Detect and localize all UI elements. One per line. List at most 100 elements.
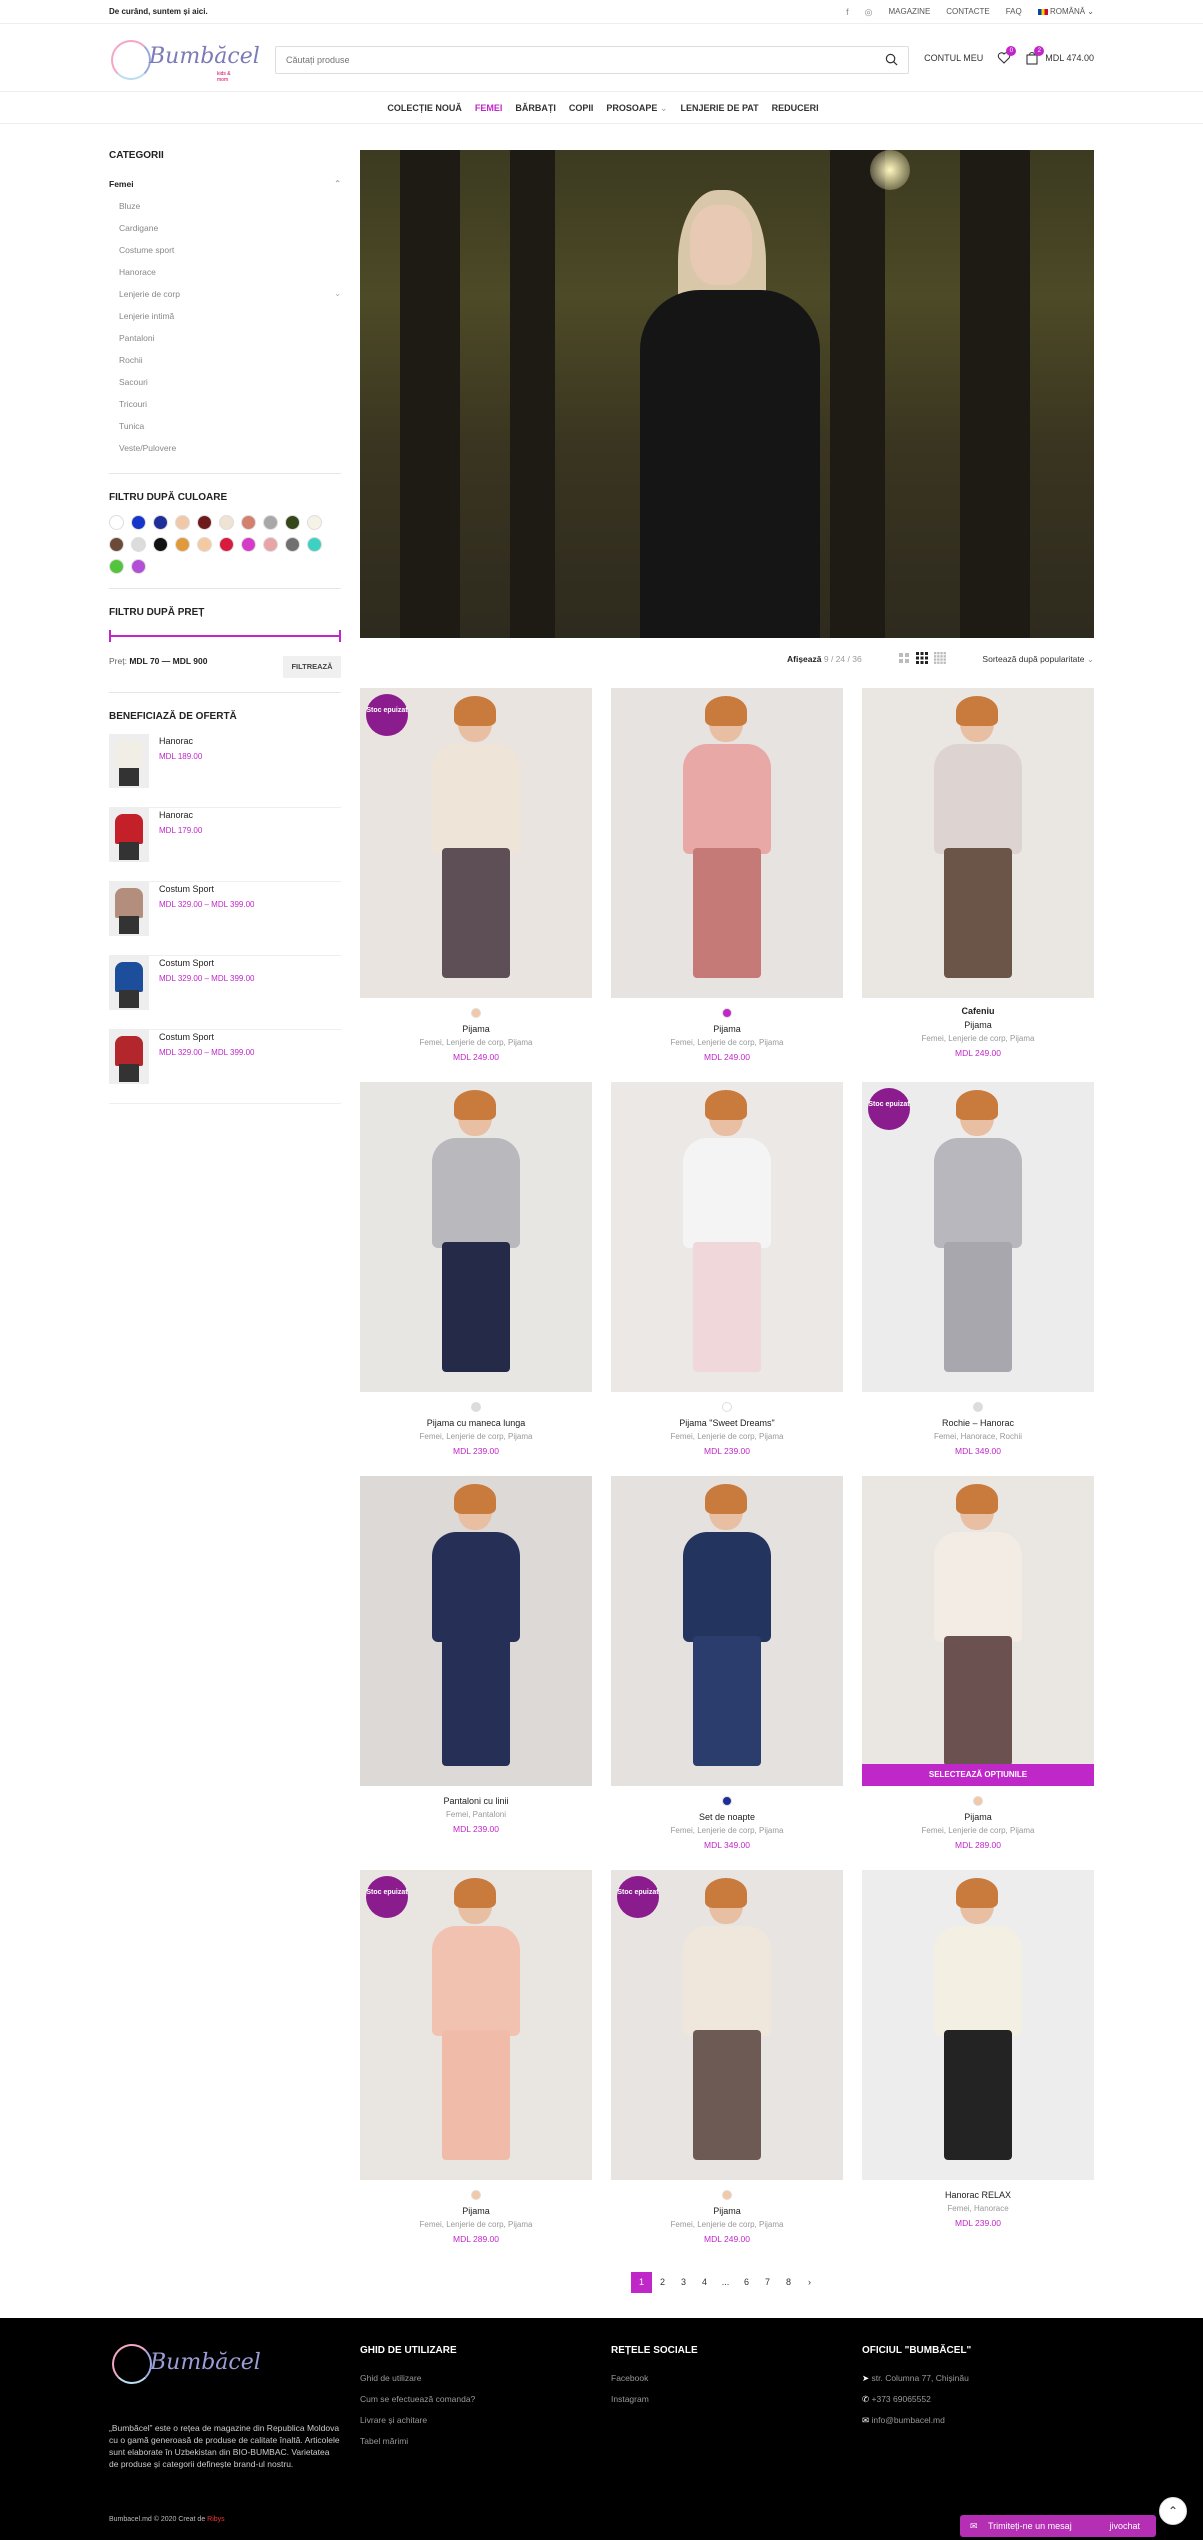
product-categories[interactable]: Femei, Lenjerie de corp, Pijama	[360, 2218, 592, 2232]
category-item[interactable]: Cardigane	[109, 217, 341, 239]
footer-link[interactable]: Livrare și achitare	[360, 2414, 475, 2435]
offer-image[interactable]	[109, 1030, 149, 1084]
product-name[interactable]: Pijama	[611, 1022, 843, 1036]
product-categories[interactable]: Femei, Lenjerie de corp, Pijama	[611, 1824, 843, 1838]
chevron-down-icon[interactable]: ⌄	[334, 283, 341, 305]
offer-item[interactable]: Hanorac MDL 189.00	[109, 734, 341, 808]
color-swatch[interactable]	[109, 537, 124, 552]
nav-item-barbati[interactable]: BĂRBAȚI	[515, 92, 556, 123]
offer-image[interactable]	[109, 956, 149, 1010]
offer-name[interactable]: Hanorac	[159, 736, 202, 746]
category-item[interactable]: Veste/Pulovere	[109, 437, 341, 459]
page-link[interactable]: 1	[631, 2272, 652, 2293]
logo[interactable]: Bumbăcel kids & mom	[109, 34, 260, 84]
category-item[interactable]: Bluze	[109, 195, 341, 217]
color-swatch[interactable]	[973, 1796, 983, 1806]
offer-image[interactable]	[109, 808, 149, 862]
color-swatch[interactable]	[471, 1008, 481, 1018]
nav-item-colectie[interactable]: COLECȚIE NOUĂ	[387, 92, 462, 123]
product-name[interactable]: Pijama	[862, 1018, 1094, 1032]
product-card[interactable]: SELECTEAZĂ OPȚIUNILE Pijama Femei, Lenjeri…	[862, 1476, 1094, 1852]
product-categories[interactable]: Femei, Lenjerie de corp, Pijama	[611, 1430, 843, 1444]
product-name[interactable]: Pijama "Sweet Dreams"	[611, 1416, 843, 1430]
footer-link[interactable]: Tabel mărimi	[360, 2435, 475, 2456]
color-swatch[interactable]	[973, 1402, 983, 1412]
chevron-up-icon[interactable]: ⌃	[334, 173, 341, 195]
offer-name[interactable]: Costum Sport	[159, 958, 254, 968]
color-swatch[interactable]	[722, 1008, 732, 1018]
color-swatch[interactable]	[307, 515, 322, 530]
account-link[interactable]: CONTUL MEU	[924, 53, 983, 63]
product-image[interactable]	[360, 1476, 592, 1786]
page-link[interactable]: 3	[673, 2272, 694, 2293]
scroll-top-button[interactable]: ⌃	[1159, 2497, 1187, 2525]
offer-name[interactable]: Hanorac	[159, 810, 202, 820]
cart-button[interactable]: 2 MDL 474.00	[1025, 46, 1094, 65]
color-swatch[interactable]	[219, 537, 234, 552]
color-swatch[interactable]	[175, 537, 190, 552]
color-swatch[interactable]	[175, 515, 190, 530]
language-selector[interactable]: ROMÂNĂ ⌄	[1037, 7, 1094, 18]
page-link[interactable]: 7	[757, 2272, 778, 2293]
color-label[interactable]: Cafeniu	[862, 1004, 1094, 1018]
sort-select[interactable]: Sortează după popularitate ⌄	[982, 654, 1094, 665]
search-icon[interactable]	[885, 53, 898, 66]
product-image[interactable]: Stoc epuizat	[862, 1082, 1094, 1392]
footer-phone[interactable]: ✆ +373 69065552	[862, 2393, 971, 2414]
color-swatch[interactable]	[153, 537, 168, 552]
product-image[interactable]	[360, 1082, 592, 1392]
product-card[interactable]: Cafeniu Pijama Femei, Lenjerie de corp, Pi…	[862, 688, 1094, 1060]
footer-link[interactable]: Cum se efectuează comanda?	[360, 2393, 475, 2414]
grid-4-icon[interactable]	[934, 652, 946, 664]
product-card[interactable]: Stoc epuizat Rochie – Hanorac Femei, Hanor…	[862, 1082, 1094, 1458]
color-swatch[interactable]	[471, 2190, 481, 2200]
color-swatch[interactable]	[722, 2190, 732, 2200]
offer-item[interactable]: Costum Sport MDL 329.00 – MDL 399.00	[109, 882, 341, 956]
category-item[interactable]: Hanorace	[109, 261, 341, 283]
category-item[interactable]: Costume sport	[109, 239, 341, 261]
product-image[interactable]: Stoc epuizat	[360, 1870, 592, 2180]
product-categories[interactable]: Femei, Lenjerie de corp, Pijama	[611, 2218, 843, 2232]
nav-item-femei[interactable]: FEMEI	[475, 92, 503, 123]
grid-3-icon[interactable]	[916, 652, 928, 664]
wishlist-button[interactable]: 0	[997, 46, 1017, 65]
footer-email[interactable]: ✉ info@bumbacel.md	[862, 2414, 971, 2435]
product-image[interactable]	[611, 688, 843, 998]
product-name[interactable]: Rochie – Hanorac	[862, 1416, 1094, 1430]
color-swatch[interactable]	[197, 537, 212, 552]
category-item[interactable]: Tunica	[109, 415, 341, 437]
product-categories[interactable]: Femei, Hanorace	[862, 2202, 1094, 2216]
product-image[interactable]	[862, 688, 1094, 998]
select-options-button[interactable]: SELECTEAZĂ OPȚIUNILE	[862, 1764, 1094, 1786]
product-categories[interactable]: Femei, Lenjerie de corp, Pijama	[862, 1032, 1094, 1046]
top-link-magazine[interactable]: MAGAZINE	[889, 7, 931, 18]
color-swatch[interactable]	[241, 537, 256, 552]
page-link[interactable]: 6	[736, 2272, 757, 2293]
product-categories[interactable]: Femei, Lenjerie de corp, Pijama	[611, 1036, 843, 1050]
product-card[interactable]: Pijama "Sweet Dreams" Femei, Lenjerie de …	[611, 1082, 843, 1458]
next-page-icon[interactable]: ›	[799, 2272, 820, 2293]
product-image[interactable]: Stoc epuizat	[360, 688, 592, 998]
offer-image[interactable]	[109, 734, 149, 788]
product-name[interactable]: Pijama cu maneca lunga	[360, 1416, 592, 1430]
category-item[interactable]: Tricouri	[109, 393, 341, 415]
product-name[interactable]: Pijama	[611, 2204, 843, 2218]
category-item[interactable]: Femei ⌃	[109, 173, 341, 195]
color-swatch[interactable]	[197, 515, 212, 530]
footer-instagram-link[interactable]: Instagram	[611, 2393, 698, 2414]
color-swatch[interactable]	[241, 515, 256, 530]
top-link-contacte[interactable]: CONTACTE	[946, 7, 989, 18]
color-swatch[interactable]	[722, 1796, 732, 1806]
price-slider[interactable]	[109, 630, 341, 642]
product-name[interactable]: Hanorac RELAX	[862, 2188, 1094, 2202]
nav-item-copii[interactable]: COPII	[569, 92, 594, 123]
color-swatch[interactable]	[131, 559, 146, 574]
color-swatch[interactable]	[131, 537, 146, 552]
color-swatch[interactable]	[219, 515, 234, 530]
search-input[interactable]	[276, 47, 856, 73]
footer-link[interactable]: Ghid de utilizare	[360, 2372, 475, 2393]
color-swatch[interactable]	[153, 515, 168, 530]
product-card[interactable]: Stoc epuizat Pijama Femei, Lenjerie de cor…	[611, 1870, 843, 2246]
product-card[interactable]: Stoc epuizat Pijama Femei, Lenjerie de cor…	[360, 688, 592, 1064]
offer-item[interactable]: Hanorac MDL 179.00	[109, 808, 341, 882]
